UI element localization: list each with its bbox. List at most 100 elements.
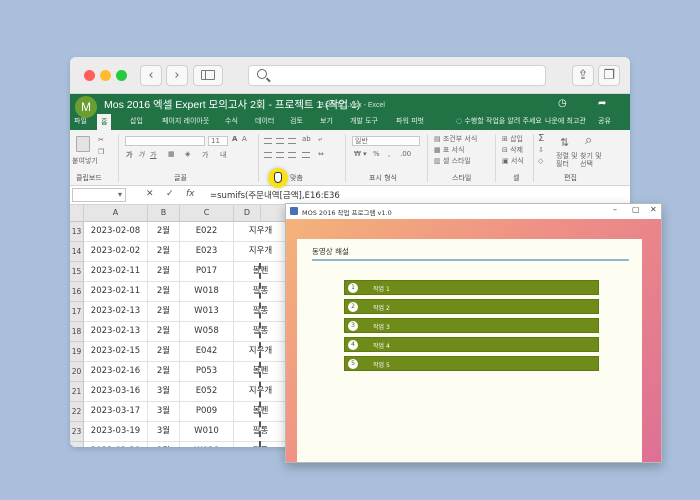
select-all-corner[interactable] bbox=[70, 205, 84, 222]
share-label[interactable]: 공유 bbox=[598, 116, 611, 126]
fill-icon[interactable]: ⇩ bbox=[538, 146, 544, 154]
tab-home[interactable]: 홈 bbox=[97, 114, 112, 130]
share-arrow-icon[interactable]: ➦ bbox=[598, 98, 606, 109]
border-icon[interactable]: ▦ bbox=[168, 150, 175, 158]
row-header[interactable]: 18 bbox=[70, 322, 84, 342]
cell-month[interactable]: 2월 bbox=[148, 302, 180, 322]
cell-code[interactable]: P053 bbox=[180, 362, 234, 382]
cell-month[interactable]: 2월 bbox=[148, 282, 180, 302]
sort-filter-button[interactable]: 정렬 및 필터 bbox=[556, 152, 578, 168]
forward-button[interactable]: › bbox=[166, 65, 188, 86]
cell-code[interactable]: P017 bbox=[180, 262, 234, 282]
close-icon[interactable]: ✕ bbox=[650, 205, 657, 214]
name-box[interactable]: ▾ bbox=[72, 188, 126, 202]
cell-month[interactable]: 2월 bbox=[148, 222, 180, 242]
cell-month[interactable]: 3월 bbox=[148, 382, 180, 402]
maximize-icon[interactable]: ▢ bbox=[632, 205, 640, 214]
cell-month[interactable]: 3월 bbox=[148, 422, 180, 442]
cancel-formula-icon[interactable]: ✕ bbox=[146, 189, 154, 199]
sidebar-button[interactable] bbox=[193, 65, 223, 86]
tab-review[interactable]: 검토 bbox=[290, 116, 303, 126]
align-left-icon[interactable] bbox=[264, 152, 272, 158]
share-button[interactable]: ⇪ bbox=[572, 65, 594, 86]
cell-code[interactable]: W018 bbox=[180, 282, 234, 302]
cell-date[interactable]: 2023-02-08 bbox=[84, 222, 148, 242]
tab-insert[interactable]: 삽입 bbox=[130, 116, 143, 126]
tab-view[interactable]: 보기 bbox=[320, 116, 333, 126]
cell-date[interactable]: 2023-03-20 bbox=[84, 442, 148, 447]
cell-date[interactable]: 2023-03-19 bbox=[84, 422, 148, 442]
column-header-c[interactable]: C bbox=[180, 205, 234, 222]
task-button[interactable]: 4 작업 4 bbox=[344, 337, 599, 352]
cell-item[interactable]: 볼펜 bbox=[234, 362, 288, 382]
autosum-icon[interactable]: Σ bbox=[538, 133, 544, 144]
cell-code[interactable]: W058 bbox=[180, 322, 234, 342]
tab-power-pivot[interactable]: 파워 피벗 bbox=[396, 116, 424, 126]
cell-date[interactable]: 2023-02-11 bbox=[84, 262, 148, 282]
cell-date[interactable]: 2023-02-11 bbox=[84, 282, 148, 302]
column-header-d[interactable]: D bbox=[234, 205, 261, 222]
cell-date[interactable]: 2023-02-02 bbox=[84, 242, 148, 262]
cell-code[interactable]: W013 bbox=[180, 302, 234, 322]
row-header[interactable]: 21 bbox=[70, 382, 84, 402]
insert-function-icon[interactable]: fx bbox=[186, 189, 195, 199]
indent-decrease-icon[interactable] bbox=[302, 152, 310, 158]
cell-date[interactable]: 2023-02-15 bbox=[84, 342, 148, 362]
cell-date[interactable]: 2023-02-16 bbox=[84, 362, 148, 382]
avatar[interactable]: M bbox=[75, 96, 97, 118]
task-button[interactable]: 3 작업 3 bbox=[344, 318, 599, 333]
cell-item[interactable]: 필통 bbox=[234, 322, 288, 342]
phonetic-icon[interactable]: 내 bbox=[220, 150, 226, 160]
cell-month[interactable]: 2월 bbox=[148, 342, 180, 362]
align-center-icon[interactable] bbox=[276, 152, 284, 158]
tabs-overview-button[interactable]: ❐ bbox=[598, 65, 620, 86]
cell-item[interactable]: 지우개 bbox=[234, 222, 288, 242]
cell-date[interactable]: 2023-03-17 bbox=[84, 402, 148, 422]
bold-button[interactable]: 가 bbox=[126, 150, 132, 160]
back-button[interactable]: ‹ bbox=[140, 65, 162, 86]
font-shrink-icon[interactable]: A bbox=[242, 135, 247, 143]
cell-month[interactable]: 2월 bbox=[148, 322, 180, 342]
paste-button[interactable]: 붙여넣기 bbox=[72, 156, 98, 166]
currency-icon[interactable]: ₩ ▾ bbox=[354, 150, 367, 158]
zoom-window-button[interactable] bbox=[116, 70, 127, 81]
tab-data[interactable]: 데이터 bbox=[255, 116, 274, 126]
cell-item[interactable]: 지우개 bbox=[234, 382, 288, 402]
font-size-box[interactable]: 11 bbox=[208, 136, 228, 146]
row-header[interactable]: 15 bbox=[70, 262, 84, 282]
cell-code[interactable]: E022 bbox=[180, 222, 234, 242]
tab-developer[interactable]: 개발 도구 bbox=[350, 116, 378, 126]
comma-icon[interactable]: , bbox=[388, 150, 390, 158]
minimize-icon[interactable]: – bbox=[613, 205, 617, 214]
copy-icon[interactable]: ❐ bbox=[98, 148, 104, 156]
task-button[interactable]: 1 작업 1 bbox=[344, 280, 599, 295]
cell-month[interactable]: 2월 bbox=[148, 262, 180, 282]
align-bottom-icon[interactable] bbox=[288, 138, 296, 144]
percent-icon[interactable]: % bbox=[373, 150, 380, 158]
cell-code[interactable]: E042 bbox=[180, 342, 234, 362]
number-format-box[interactable]: 일반 bbox=[352, 136, 420, 146]
tab-formulas[interactable]: 수식 bbox=[225, 116, 238, 126]
conditional-format-button[interactable]: ▤ 조건부 서식 bbox=[434, 134, 477, 144]
underline-button[interactable]: 가 bbox=[150, 150, 156, 160]
cut-icon[interactable]: ✂ bbox=[98, 136, 104, 144]
row-header[interactable]: 13 bbox=[70, 222, 84, 242]
merge-icon[interactable]: ⇔ bbox=[318, 150, 324, 158]
row-header[interactable]: 14 bbox=[70, 242, 84, 262]
cell-month[interactable]: 3월 bbox=[148, 402, 180, 422]
address-bar[interactable] bbox=[248, 65, 546, 86]
format-as-table-button[interactable]: ▦ 표 서식 bbox=[434, 145, 464, 155]
font-grow-icon[interactable]: A bbox=[232, 135, 237, 143]
cell-code[interactable]: W036 bbox=[180, 442, 234, 447]
row-header[interactable]: 16 bbox=[70, 282, 84, 302]
formula-input[interactable]: =sumifs(주문내역[금액],E16:E36 bbox=[210, 189, 340, 201]
row-header[interactable]: 17 bbox=[70, 302, 84, 322]
column-header-b[interactable]: B bbox=[148, 205, 180, 222]
align-top-icon[interactable] bbox=[264, 138, 272, 144]
decimal-icon[interactable]: .00 bbox=[400, 150, 411, 158]
cell-date[interactable]: 2023-02-13 bbox=[84, 322, 148, 342]
align-middle-icon[interactable] bbox=[276, 138, 284, 144]
task-button[interactable]: 5 작업 5 bbox=[344, 356, 599, 371]
cell-item[interactable]: 볼펜 bbox=[234, 402, 288, 422]
task-button[interactable]: 2 작업 2 bbox=[344, 299, 599, 314]
